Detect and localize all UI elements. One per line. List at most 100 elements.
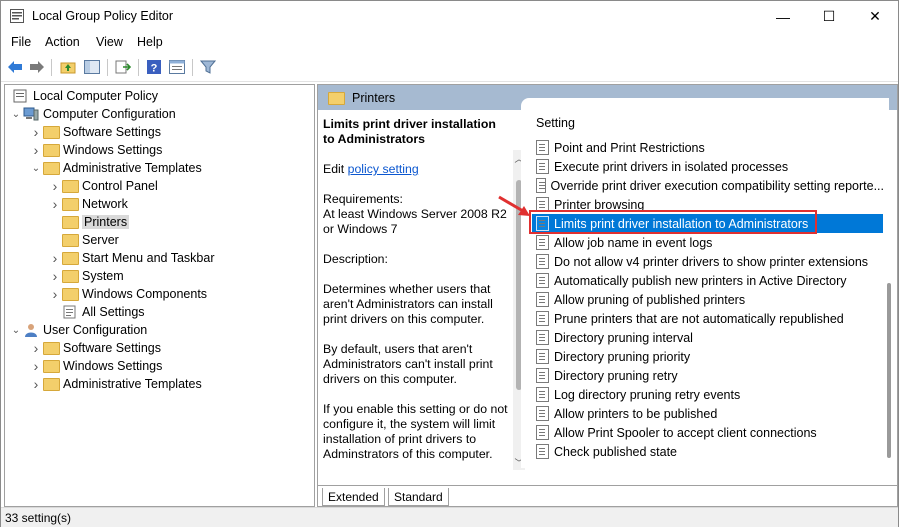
chevron-right-icon[interactable]: › bbox=[48, 285, 62, 303]
tree-node[interactable]: › Windows Settings bbox=[29, 357, 163, 375]
setting-row[interactable]: Check published state bbox=[532, 442, 884, 461]
menu-help[interactable]: Help bbox=[137, 35, 163, 49]
tree-node[interactable]: › Software Settings bbox=[29, 123, 161, 141]
toolbar-separator bbox=[51, 59, 52, 76]
chevron-down-icon[interactable]: ⌄ bbox=[9, 105, 23, 123]
tree-node[interactable]: › Windows Settings bbox=[29, 141, 163, 159]
tree-node[interactable]: ⌄ Computer Configuration bbox=[9, 105, 176, 123]
properties-view-button[interactable] bbox=[168, 58, 186, 76]
settings-scroll-thumb[interactable] bbox=[887, 283, 891, 458]
settings-list[interactable]: Setting Point and Print Restrictions Exec… bbox=[521, 98, 889, 468]
folder-icon bbox=[43, 143, 60, 157]
folder-icon bbox=[62, 287, 79, 301]
tree-node[interactable]: Local Computer Policy bbox=[9, 87, 158, 105]
tree-node[interactable]: › Start Menu and Taskbar bbox=[48, 249, 215, 267]
close-button[interactable]: ✕ bbox=[852, 1, 898, 32]
setting-row[interactable]: Allow printers to be published bbox=[532, 404, 884, 423]
toolbar-separator bbox=[138, 59, 139, 76]
chevron-right-icon[interactable]: › bbox=[29, 123, 43, 141]
policy-setting-icon bbox=[536, 235, 549, 250]
description-paragraph-1: Determines whether users that aren't Adm… bbox=[323, 282, 493, 326]
setting-row[interactable]: Override print driver execution compatib… bbox=[532, 176, 884, 195]
tree-node-label: Start Menu and Taskbar bbox=[82, 251, 215, 265]
chevron-right-icon[interactable]: › bbox=[48, 267, 62, 285]
setting-name: Do not allow v4 printer drivers to show … bbox=[554, 254, 869, 269]
description-title: Limits print driver installation to Admi… bbox=[323, 117, 496, 146]
setting-name: Automatically publish new printers in Ac… bbox=[554, 273, 847, 288]
chevron-down-icon[interactable]: ⌄ bbox=[9, 321, 23, 339]
folder-icon bbox=[328, 92, 345, 105]
menu-view[interactable]: View bbox=[96, 35, 123, 49]
forward-button[interactable] bbox=[28, 58, 46, 76]
setting-row[interactable]: Point and Print Restrictions bbox=[532, 138, 884, 157]
setting-row[interactable]: Prune printers that are not automaticall… bbox=[532, 309, 884, 328]
menu-action[interactable]: Action bbox=[45, 35, 80, 49]
chevron-right-icon[interactable]: › bbox=[48, 195, 62, 213]
tree-node-label: Software Settings bbox=[63, 125, 161, 139]
requirements-text: Requirements: At least Windows Server 20… bbox=[323, 192, 507, 236]
window-title: Local Group Policy Editor bbox=[32, 9, 174, 23]
chevron-right-icon[interactable]: › bbox=[48, 249, 62, 267]
setting-row[interactable]: Execute print drivers in isolated proces… bbox=[532, 157, 884, 176]
chevron-right-icon[interactable]: › bbox=[48, 177, 62, 195]
tree-node[interactable]: › Software Settings bbox=[29, 339, 161, 357]
help-button[interactable]: ? bbox=[145, 58, 163, 76]
folder-icon bbox=[43, 125, 60, 139]
filter-button[interactable] bbox=[199, 58, 217, 76]
folder-icon bbox=[43, 341, 60, 355]
chevron-right-icon[interactable]: › bbox=[29, 375, 43, 393]
settings-icon bbox=[62, 305, 78, 319]
setting-row[interactable]: Allow pruning of published printers bbox=[532, 290, 884, 309]
tab-extended[interactable]: Extended bbox=[322, 488, 385, 506]
minimize-button[interactable]: — bbox=[760, 1, 806, 32]
setting-row[interactable]: Automatically publish new printers in Ac… bbox=[532, 271, 884, 290]
setting-row[interactable]: Allow Print Spooler to accept client con… bbox=[532, 423, 884, 442]
tree-node[interactable]: Printers bbox=[48, 213, 130, 231]
tree-node[interactable]: Server bbox=[48, 231, 119, 249]
tree-node-label: Server bbox=[82, 233, 119, 247]
policy-setting-icon bbox=[536, 178, 546, 193]
setting-row[interactable]: Log directory pruning retry events bbox=[532, 385, 884, 404]
tree-node[interactable]: › System bbox=[48, 267, 124, 285]
tree-node-label: Administrative Templates bbox=[63, 161, 202, 175]
policy-setting-icon bbox=[536, 406, 549, 421]
setting-row[interactable]: Directory pruning retry bbox=[532, 366, 884, 385]
tree-node[interactable]: ⌄ Administrative Templates bbox=[29, 159, 202, 177]
policy-setting-icon bbox=[536, 254, 549, 269]
tab-standard[interactable]: Standard bbox=[388, 488, 449, 506]
tree-node[interactable]: › Windows Components bbox=[48, 285, 207, 303]
column-header-setting[interactable]: Setting bbox=[536, 116, 575, 130]
tree-node[interactable]: › Control Panel bbox=[48, 177, 158, 195]
tree-node[interactable]: › Network bbox=[48, 195, 128, 213]
close-icon: ✕ bbox=[869, 8, 881, 24]
description-label: Description: bbox=[323, 252, 388, 266]
setting-row[interactable]: Allow job name in event logs bbox=[532, 233, 884, 252]
status-bar: 33 setting(s) bbox=[1, 507, 898, 527]
tree-node[interactable]: All Settings bbox=[48, 303, 145, 321]
maximize-button[interactable]: ☐ bbox=[806, 1, 852, 32]
setting-row[interactable]: Directory pruning priority bbox=[532, 347, 884, 366]
policy-setting-icon bbox=[536, 292, 549, 307]
setting-row[interactable]: Directory pruning interval bbox=[532, 328, 884, 347]
chevron-down-icon[interactable]: ⌄ bbox=[29, 159, 43, 177]
chevron-right-icon[interactable]: › bbox=[29, 141, 43, 159]
export-list-button[interactable] bbox=[114, 58, 132, 76]
back-button[interactable] bbox=[6, 58, 24, 76]
console-tree[interactable]: Local Computer Policy ⌄ Computer Configura… bbox=[4, 84, 315, 507]
menu-file[interactable]: File bbox=[11, 35, 31, 49]
setting-row[interactable]: Do not allow v4 printer drivers to show … bbox=[532, 252, 884, 271]
title-bar[interactable]: Local Group Policy Editor — ☐ ✕ bbox=[1, 1, 898, 32]
show-hide-tree-button[interactable] bbox=[83, 58, 101, 76]
tree-node[interactable]: ⌄ User Configuration bbox=[9, 321, 147, 339]
up-one-level-button[interactable] bbox=[59, 58, 77, 76]
chevron-right-icon[interactable]: › bbox=[29, 357, 43, 375]
edit-prefix: Edit bbox=[323, 162, 348, 176]
chevron-right-icon[interactable]: › bbox=[29, 339, 43, 357]
settings-scrollbar[interactable] bbox=[883, 113, 895, 465]
tree-node-label: Printers bbox=[82, 215, 130, 229]
tree-node[interactable]: › Administrative Templates bbox=[29, 375, 202, 393]
edit-policy-link[interactable]: policy setting bbox=[348, 162, 419, 176]
